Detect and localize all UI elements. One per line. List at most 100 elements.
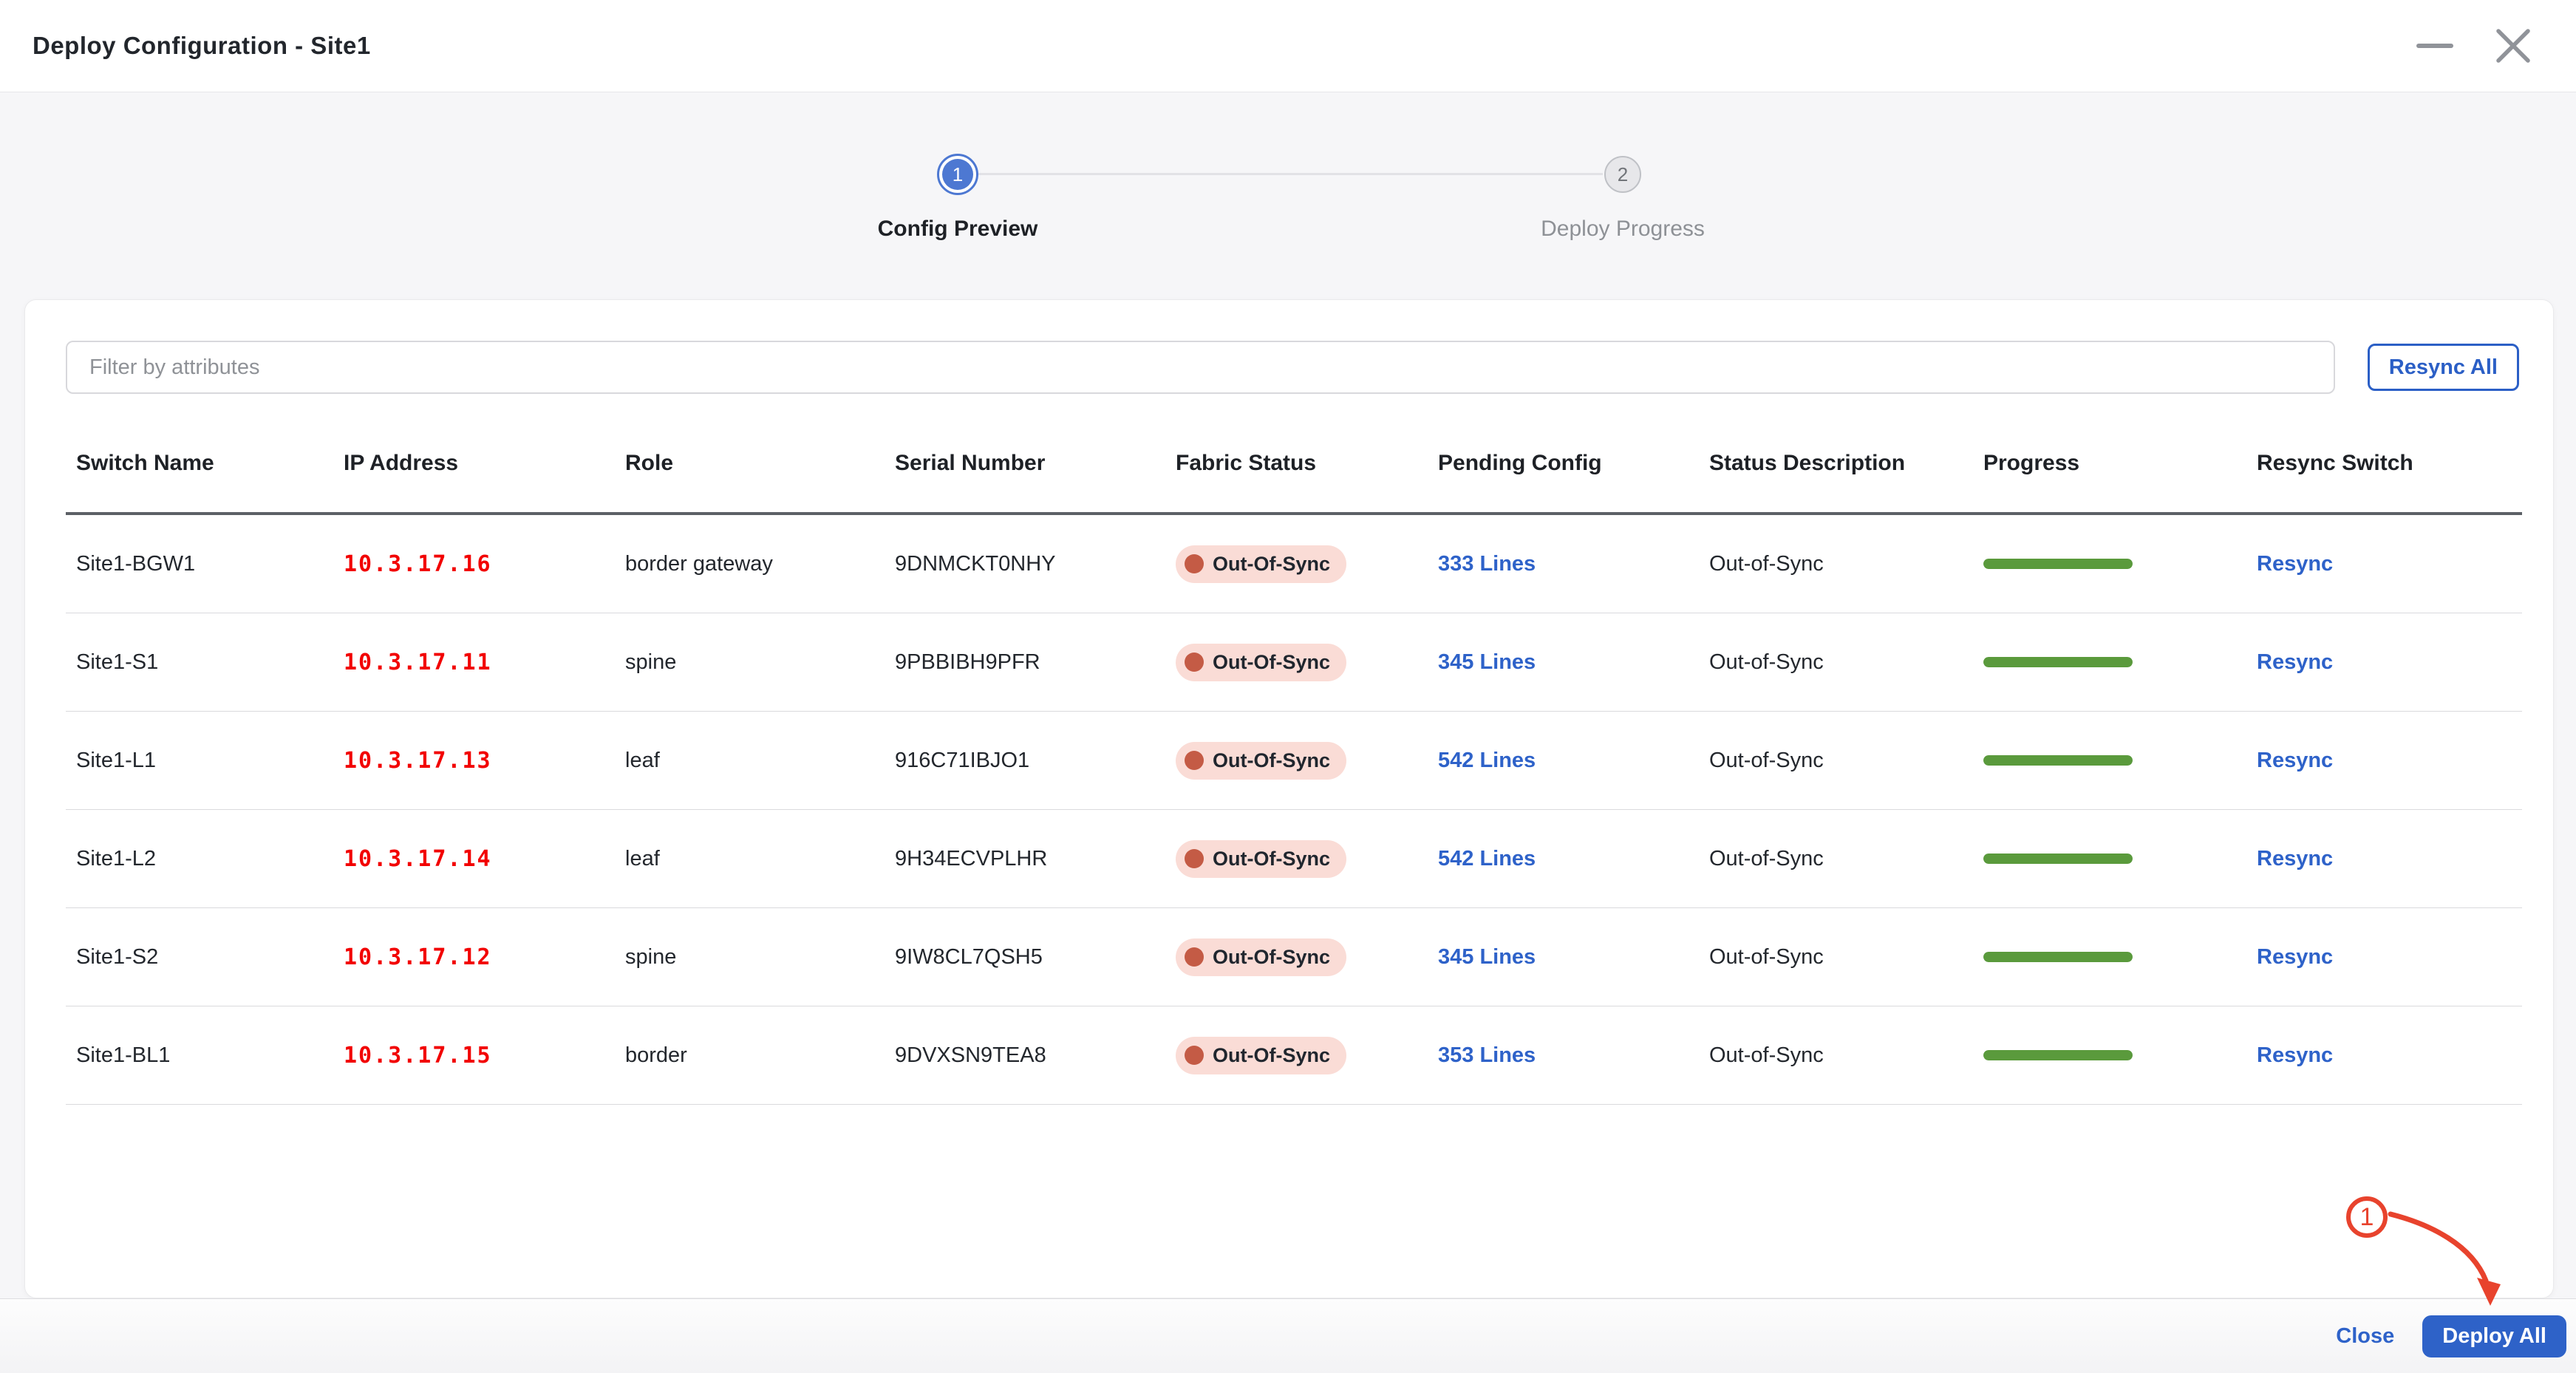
status-dot-icon	[1185, 849, 1204, 868]
ip-address-cell: 10.3.17.16	[333, 551, 615, 577]
step-1-indicator: 1	[937, 154, 978, 195]
fabric-status-badge: Out-Of-Sync	[1176, 644, 1346, 681]
step-1-label: Config Preview	[878, 217, 1038, 242]
step-2-label: Deploy Progress	[1541, 217, 1705, 242]
serial-number-cell: 9PBBIBH9PFR	[885, 650, 1165, 675]
wizard-stepper: 1 2 Config Preview Deploy Progress	[0, 92, 2576, 303]
ip-address-cell: 10.3.17.11	[333, 650, 615, 675]
fabric-status-badge: Out-Of-Sync	[1176, 938, 1346, 976]
pending-config-link[interactable]: 345 Lines	[1438, 650, 1536, 674]
resync-link[interactable]: Resync	[2257, 749, 2333, 772]
col-header-progress: Progress	[1973, 451, 2246, 476]
fabric-status-label: Out-Of-Sync	[1213, 749, 1330, 772]
step-1-number: 1	[942, 159, 973, 190]
table-row: Site1-L2 10.3.17.14 leaf 9H34ECVPLHR Out…	[66, 810, 2522, 908]
status-description-cell: Out-of-Sync	[1699, 650, 1973, 675]
ip-address-cell: 10.3.17.13	[333, 748, 615, 774]
close-icon	[2493, 26, 2533, 66]
close-dialog-link[interactable]: Close	[2336, 1324, 2394, 1349]
fabric-status-badge: Out-Of-Sync	[1176, 742, 1346, 780]
col-header-ip-address: IP Address	[333, 451, 615, 476]
progress-bar	[1983, 657, 2133, 667]
minimize-button[interactable]	[2415, 26, 2455, 66]
role-cell: spine	[615, 650, 885, 675]
dialog-footer: Close Deploy All	[0, 1298, 2576, 1373]
col-header-status-description: Status Description	[1699, 451, 1973, 476]
status-description-cell: Out-of-Sync	[1699, 552, 1973, 576]
resync-link[interactable]: Resync	[2257, 847, 2333, 871]
role-cell: leaf	[615, 749, 885, 773]
fabric-status-badge: Out-Of-Sync	[1176, 545, 1346, 583]
annotation-arrow-icon	[2357, 1193, 2512, 1315]
progress-bar	[1983, 559, 2133, 569]
fabric-status-label: Out-Of-Sync	[1213, 946, 1330, 969]
resync-all-button[interactable]: Resync All	[2368, 344, 2519, 391]
resync-link[interactable]: Resync	[2257, 552, 2333, 576]
serial-number-cell: 9DNMCKT0NHY	[885, 552, 1165, 576]
role-cell: border	[615, 1043, 885, 1068]
status-dot-icon	[1185, 751, 1204, 770]
switch-name-cell: Site1-BL1	[66, 1043, 333, 1068]
status-dot-icon	[1185, 947, 1204, 967]
table-row: Site1-S2 10.3.17.12 spine 9IW8CL7QSH5 Ou…	[66, 908, 2522, 1006]
switches-table: Switch Name IP Address Role Serial Numbe…	[66, 415, 2522, 1105]
status-dot-icon	[1185, 554, 1204, 573]
fabric-status-label: Out-Of-Sync	[1213, 651, 1330, 674]
switch-name-cell: Site1-S2	[66, 945, 333, 970]
fabric-status-label: Out-Of-Sync	[1213, 848, 1330, 871]
pending-config-link[interactable]: 542 Lines	[1438, 749, 1536, 772]
status-dot-icon	[1185, 1046, 1204, 1065]
ip-address-cell: 10.3.17.15	[333, 1043, 615, 1069]
role-cell: spine	[615, 945, 885, 970]
resync-link[interactable]: Resync	[2257, 1043, 2333, 1067]
pending-config-link[interactable]: 353 Lines	[1438, 1043, 1536, 1067]
fabric-status-label: Out-Of-Sync	[1213, 553, 1330, 576]
ip-address-cell: 10.3.17.12	[333, 944, 615, 970]
progress-bar	[1983, 952, 2133, 962]
col-header-role: Role	[615, 451, 885, 476]
status-description-cell: Out-of-Sync	[1699, 1043, 1973, 1068]
progress-bar	[1983, 1050, 2133, 1060]
pending-config-link[interactable]: 345 Lines	[1438, 945, 1536, 969]
switch-name-cell: Site1-L2	[66, 847, 333, 871]
deploy-all-button[interactable]: Deploy All	[2422, 1315, 2566, 1357]
pending-config-link[interactable]: 542 Lines	[1438, 847, 1536, 871]
role-cell: border gateway	[615, 552, 885, 576]
fabric-status-badge: Out-Of-Sync	[1176, 840, 1346, 878]
progress-bar	[1983, 854, 2133, 864]
step-2-indicator: 2	[1604, 156, 1641, 193]
role-cell: leaf	[615, 847, 885, 871]
status-dot-icon	[1185, 653, 1204, 672]
table-row: Site1-BL1 10.3.17.15 border 9DVXSN9TEA8 …	[66, 1006, 2522, 1105]
col-header-resync-switch: Resync Switch	[2246, 451, 2522, 476]
table-row: Site1-S1 10.3.17.11 spine 9PBBIBH9PFR Ou…	[66, 613, 2522, 712]
window-controls	[2415, 26, 2533, 66]
serial-number-cell: 9IW8CL7QSH5	[885, 945, 1165, 970]
serial-number-cell: 9H34ECVPLHR	[885, 847, 1165, 871]
status-description-cell: Out-of-Sync	[1699, 847, 1973, 871]
col-header-serial-number: Serial Number	[885, 451, 1165, 476]
minimize-icon	[2415, 26, 2455, 66]
col-header-pending-config: Pending Config	[1428, 451, 1699, 476]
window-titlebar: Deploy Configuration - Site1	[0, 0, 2576, 92]
serial-number-cell: 916C71IBJO1	[885, 749, 1165, 773]
status-description-cell: Out-of-Sync	[1699, 749, 1973, 773]
page-title: Deploy Configuration - Site1	[33, 32, 371, 60]
col-header-switch-name: Switch Name	[66, 451, 333, 476]
table-toolbar: Resync All	[66, 341, 2519, 394]
table-header-row: Switch Name IP Address Role Serial Numbe…	[66, 415, 2522, 515]
progress-bar	[1983, 755, 2133, 766]
switch-name-cell: Site1-BGW1	[66, 552, 333, 576]
table-row: Site1-BGW1 10.3.17.16 border gateway 9DN…	[66, 515, 2522, 613]
resync-link[interactable]: Resync	[2257, 945, 2333, 969]
close-button[interactable]	[2493, 26, 2533, 66]
pending-config-link[interactable]: 333 Lines	[1438, 552, 1536, 576]
config-preview-card: Resync All Switch Name IP Address Role S…	[24, 299, 2554, 1298]
table-row: Site1-L1 10.3.17.13 leaf 916C71IBJO1 Out…	[66, 712, 2522, 810]
fabric-status-badge: Out-Of-Sync	[1176, 1037, 1346, 1074]
col-header-fabric-status: Fabric Status	[1165, 451, 1428, 476]
filter-input[interactable]	[66, 341, 2335, 394]
resync-link[interactable]: Resync	[2257, 650, 2333, 674]
stepper-connector	[978, 173, 1603, 175]
switch-name-cell: Site1-L1	[66, 749, 333, 773]
